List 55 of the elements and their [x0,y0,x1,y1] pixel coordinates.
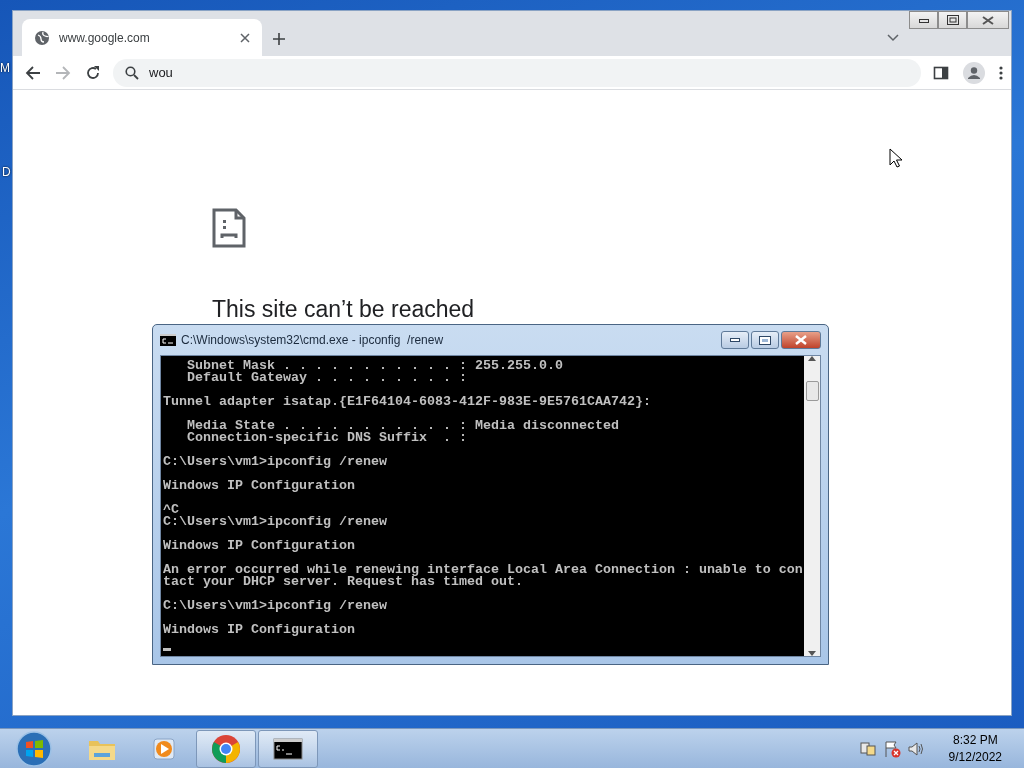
console-line: C:\Users\vm1>ipconfig /renew [163,600,387,612]
minimize-button[interactable] [909,11,938,29]
scroll-down-icon[interactable] [808,651,816,656]
maximize-button[interactable] [751,331,779,349]
tab-search-button[interactable] [885,32,901,44]
close-button[interactable] [781,331,821,349]
scrollbar[interactable] [804,356,820,656]
clock-date: 9/12/2022 [948,748,1002,766]
console-line: tact your DHCP server. Request has timed out. [163,576,523,588]
maximize-button[interactable] [938,11,967,29]
minimize-icon [918,17,929,23]
chrome-icon [210,732,242,765]
network-icon[interactable] [858,739,877,758]
console-line: ^C [163,504,179,516]
close-button[interactable] [967,11,1009,29]
window-title: C:\Windows\system32\cmd.exe - ipconfig /renew [181,332,444,349]
console-icon [160,334,176,346]
console-line: Subnet Mask . . . . . . . . . . . : 255.255.0.0 [186,360,563,372]
console-line: Windows IP Configuration [163,480,355,492]
console-line: Connection-specific DNS Suffix . : [186,432,467,444]
error-heading: This site can’t be reached [212,296,476,324]
minimize-icon [730,338,740,342]
console-line: Windows IP Configuration [163,540,355,552]
console-line: Windows IP Configuration [163,624,355,636]
speaker-icon[interactable] [906,739,925,758]
console-line: C:\Users\vm1>ipconfig /renew [163,516,387,528]
minimize-button[interactable] [721,331,749,349]
scrollbar-thumb[interactable] [805,381,819,401]
mouse-pointer-icon [889,148,903,168]
profile-button[interactable] [961,59,987,86]
sad-page-icon [212,208,246,248]
taskbar-button[interactable] [258,729,318,768]
globe-icon [34,29,50,46]
desktop-icon-label: M [0,60,10,77]
scroll-up-icon[interactable] [808,356,816,361]
console-line: C:\Users\vm1>ipconfig /renew [163,456,387,468]
console-line: Default Gateway . . . . . . . . . : [186,372,467,384]
flag-alert-icon[interactable] [882,739,901,758]
new-tab-button[interactable] [270,30,288,48]
close-icon [982,15,994,25]
tab-close-button[interactable] [238,30,252,45]
close-icon [795,335,807,345]
restore-icon [946,15,959,25]
clock-time: 8:32 PM [951,731,999,749]
browser-tab[interactable]: www.google.com [22,19,262,56]
clock[interactable]: 8:32 PM 9/12/2022 [948,731,1002,766]
console-line: An error occurred while renewing interface Local Area Connection : unable to con [163,564,803,576]
text-cursor-icon [163,648,171,651]
address-field[interactable]: wou [113,58,921,87]
search-icon [125,65,139,80]
maximize-icon [759,335,771,345]
desktop-icon-label: D [2,164,11,181]
console-line: Media State . . . . . . . . . . . : Media disconnected [186,420,619,432]
tab-title: www.google.com [59,29,151,47]
console-line: Tunnel adapter isatap.{E1F64104-6083-412F-983E-9E5761CAA742}: [163,396,651,408]
